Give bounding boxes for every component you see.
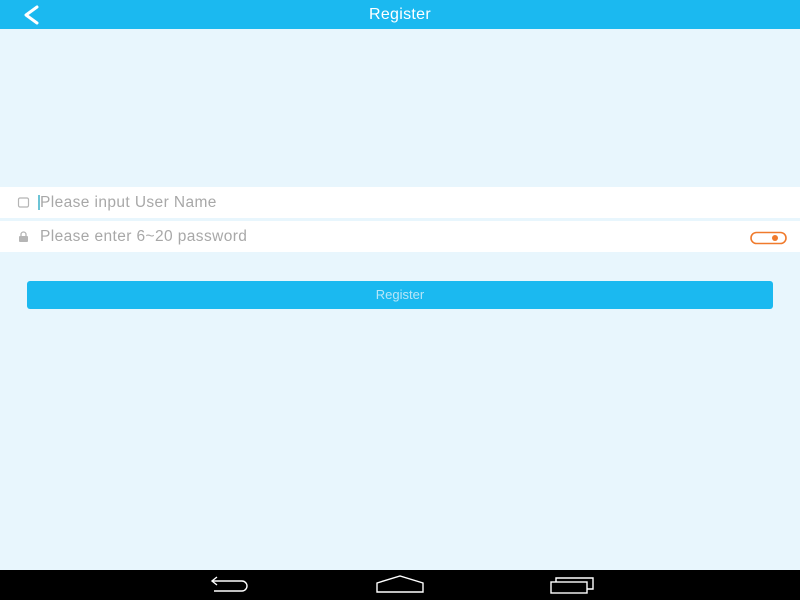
- top-app-bar: Register: [0, 0, 800, 29]
- recent-apps-icon[interactable]: [547, 575, 597, 595]
- back-icon[interactable]: [204, 575, 254, 595]
- home-icon[interactable]: [375, 575, 425, 595]
- username-input[interactable]: [38, 187, 738, 218]
- lock-icon: [17, 230, 30, 243]
- password-row: [0, 221, 800, 252]
- chevron-left-icon: [24, 5, 39, 25]
- eye-toggle-icon[interactable]: [750, 231, 787, 245]
- system-nav-bar: [0, 570, 800, 600]
- register-button[interactable]: Register: [27, 281, 773, 309]
- user-icon: [17, 196, 30, 209]
- register-screen: Register Register: [0, 0, 800, 600]
- back-button[interactable]: [18, 2, 46, 28]
- username-row: [0, 187, 800, 218]
- page-title: Register: [369, 6, 431, 23]
- password-input[interactable]: [38, 221, 738, 252]
